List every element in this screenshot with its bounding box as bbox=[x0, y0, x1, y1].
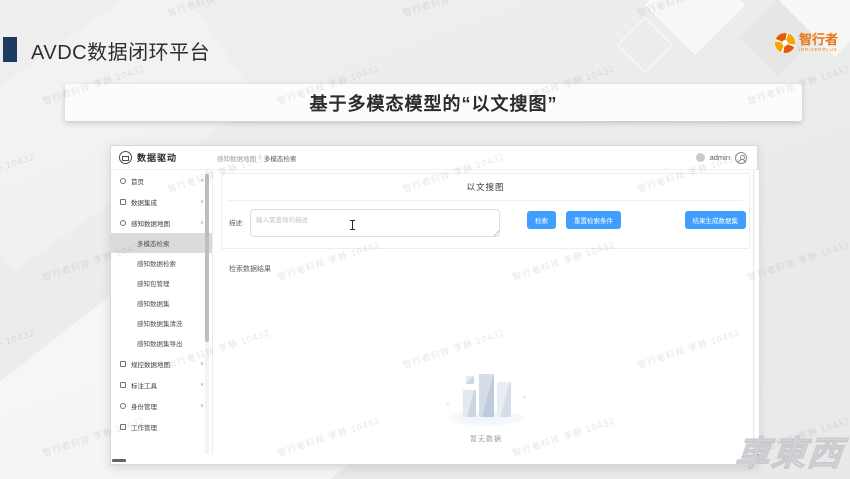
main-content: 以文搜图 描述: 检索 重置检索条件 结果生成数据集 检索数据结果 bbox=[213, 170, 759, 456]
header-user-area: admin bbox=[696, 152, 747, 164]
annotation-tool-icon bbox=[120, 382, 126, 388]
results-label: 检索数据结果 bbox=[229, 264, 271, 274]
breadcrumb: 感知数据地图 / 多模态检索 bbox=[217, 153, 296, 163]
work-icon bbox=[120, 424, 126, 430]
perception-map-icon bbox=[120, 220, 126, 226]
horizontal-scrollbar-thumb[interactable] bbox=[112, 459, 126, 462]
sidebar-item-perception-data-search[interactable]: 感知数据检索 bbox=[111, 253, 212, 273]
sidebar-item-annotation-tool[interactable]: 标注工具 ∨ bbox=[111, 374, 212, 395]
data-integration-icon bbox=[120, 199, 126, 205]
chevron-down-icon: ∨ bbox=[200, 403, 204, 409]
banner: 基于多模态模型的“以文搜图” bbox=[65, 84, 802, 121]
chevron-down-icon: ∨ bbox=[200, 361, 204, 367]
slide-header: AVDC数据闭环平台 智行者 iDRiVERPLUS bbox=[0, 0, 850, 78]
idriverplus-logo-icon bbox=[775, 33, 795, 53]
description-label: 描述: bbox=[229, 217, 244, 227]
chevron-down-icon: ∨ bbox=[200, 199, 204, 205]
planning-map-icon bbox=[120, 361, 126, 367]
sidebar-item-perception-data-map[interactable]: 感知数据地图 ∧ bbox=[111, 212, 212, 233]
sidebar-item-identity-mgmt[interactable]: 身份管理 ∨ bbox=[111, 395, 212, 416]
brand-subtitle: iDRiVERPLUS bbox=[799, 48, 838, 53]
sidebar-item-perception-package-mgmt[interactable]: 感知包管理 bbox=[111, 273, 212, 293]
chevron-down-icon: ∨ bbox=[200, 178, 204, 184]
sidebar-item-perception-dataset-export[interactable]: 感知数据集导出 bbox=[111, 333, 212, 353]
description-input[interactable] bbox=[250, 209, 500, 237]
user-icon[interactable] bbox=[735, 152, 747, 164]
sidebar-item-work-mgmt[interactable]: 工作管理 bbox=[111, 416, 212, 437]
brand-logo: 智行者 iDRiVERPLUS bbox=[775, 33, 838, 53]
sidebar-item-data-integration[interactable]: 数据集成 ∨ bbox=[111, 191, 212, 212]
sidebar-scrollbar-thumb[interactable] bbox=[205, 174, 209, 342]
banner-title: 基于多模态模型的“以文搜图” bbox=[310, 90, 558, 116]
title-accent-block bbox=[3, 37, 17, 62]
divider bbox=[228, 200, 743, 201]
reset-conditions-button[interactable]: 重置检索条件 bbox=[566, 211, 621, 229]
sidebar-item-perception-dataset[interactable]: 感知数据集 bbox=[111, 293, 212, 313]
breadcrumb-parent[interactable]: 感知数据地图 bbox=[217, 153, 256, 163]
panel-title: 以文搜图 bbox=[222, 174, 749, 193]
empty-state-illustration bbox=[446, 368, 526, 426]
breadcrumb-current: 多模态检索 bbox=[264, 153, 297, 163]
search-panel: 以文搜图 描述: 检索 重置检索条件 结果生成数据集 bbox=[221, 173, 750, 249]
app-logo-icon bbox=[119, 151, 132, 164]
sidebar-item-planning-data-map[interactable]: 规控数据地图 ∨ bbox=[111, 353, 212, 374]
text-cursor bbox=[352, 220, 353, 230]
slide: AVDC数据闭环平台 智行者 iDRiVERPLUS 基于多模态模型的“以文搜图… bbox=[0, 0, 850, 479]
app-header: 数据驱动 感知数据地图 / 多模态检索 admin bbox=[111, 146, 757, 170]
chevron-down-icon: ∨ bbox=[200, 382, 204, 388]
breadcrumb-separator: / bbox=[259, 154, 261, 161]
empty-state: 暂无数据 bbox=[426, 368, 546, 444]
app-window: 数据驱动 感知数据地图 / 多模态检索 admin 首页 ∨ 数据集成 ∨ bbox=[110, 145, 758, 465]
app-logo-text: 数据驱动 bbox=[137, 151, 177, 164]
sidebar: 首页 ∨ 数据集成 ∨ 感知数据地图 ∧ 多模态检索 感知数据检索 感知包管理 bbox=[111, 170, 213, 456]
sidebar-item-multimodal-search[interactable]: 多模态检索 bbox=[111, 233, 212, 253]
slide-title: AVDC数据闭环平台 bbox=[31, 36, 210, 65]
brand-name: 智行者 bbox=[799, 33, 838, 46]
home-icon bbox=[120, 178, 126, 184]
sidebar-item-home[interactable]: 首页 ∨ bbox=[111, 170, 212, 191]
search-button[interactable]: 检索 bbox=[527, 211, 556, 229]
identity-icon bbox=[120, 403, 126, 409]
avatar bbox=[696, 153, 705, 162]
user-name[interactable]: admin bbox=[710, 153, 730, 162]
empty-state-text: 暂无数据 bbox=[426, 434, 546, 444]
generate-dataset-button[interactable]: 结果生成数据集 bbox=[685, 211, 747, 229]
app-bottom-strip bbox=[111, 454, 757, 464]
chevron-up-icon: ∧ bbox=[200, 220, 204, 226]
main-scrollbar[interactable] bbox=[753, 170, 754, 454]
sidebar-item-perception-dataset-clean[interactable]: 感知数据集清洗 bbox=[111, 313, 212, 333]
